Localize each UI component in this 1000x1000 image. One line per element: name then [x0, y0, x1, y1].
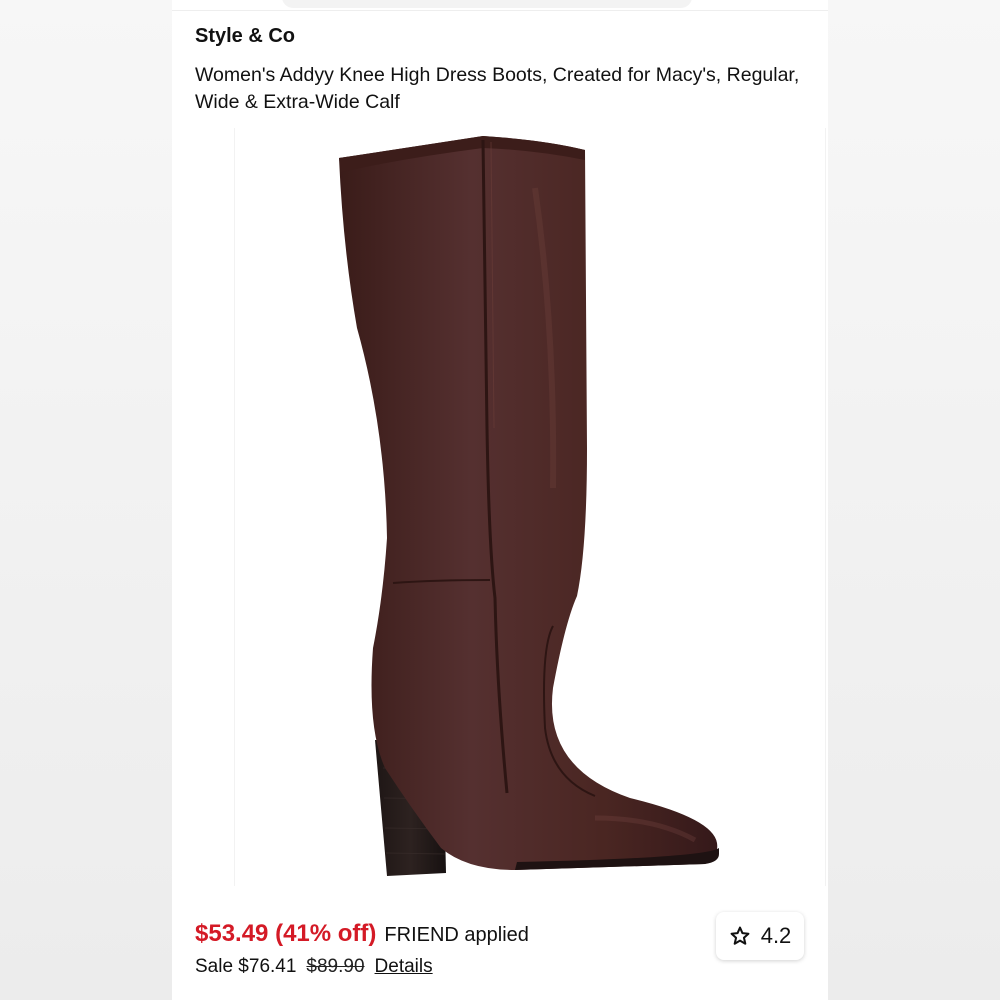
sale-row: Sale $76.41 $89.90 Details	[195, 956, 433, 978]
promo-applied: FRIEND applied	[384, 924, 529, 946]
product-card: Style & Co Women's Addyy Knee High Dress…	[172, 0, 828, 1000]
product-title[interactable]: Women's Addyy Knee High Dress Boots, Cre…	[195, 62, 805, 116]
left-backdrop	[0, 0, 172, 1000]
discounted-price: $53.49 (41% off)	[195, 920, 377, 947]
rating-value: 4.2	[760, 923, 792, 948]
price-row: $53.49 (41% off) FRIEND applied	[195, 920, 529, 948]
star-icon	[729, 925, 751, 947]
original-price: $89.90	[306, 956, 365, 977]
product-image[interactable]	[234, 128, 826, 886]
divider	[172, 10, 828, 11]
sale-price: Sale $76.41	[195, 956, 297, 977]
search-bar[interactable]	[282, 0, 692, 8]
rating-badge[interactable]: 4.2	[716, 912, 804, 960]
right-backdrop	[828, 0, 1000, 1000]
boot-image	[339, 136, 719, 876]
details-link[interactable]: Details	[375, 956, 433, 978]
brand-name[interactable]: Style & Co	[195, 25, 295, 48]
